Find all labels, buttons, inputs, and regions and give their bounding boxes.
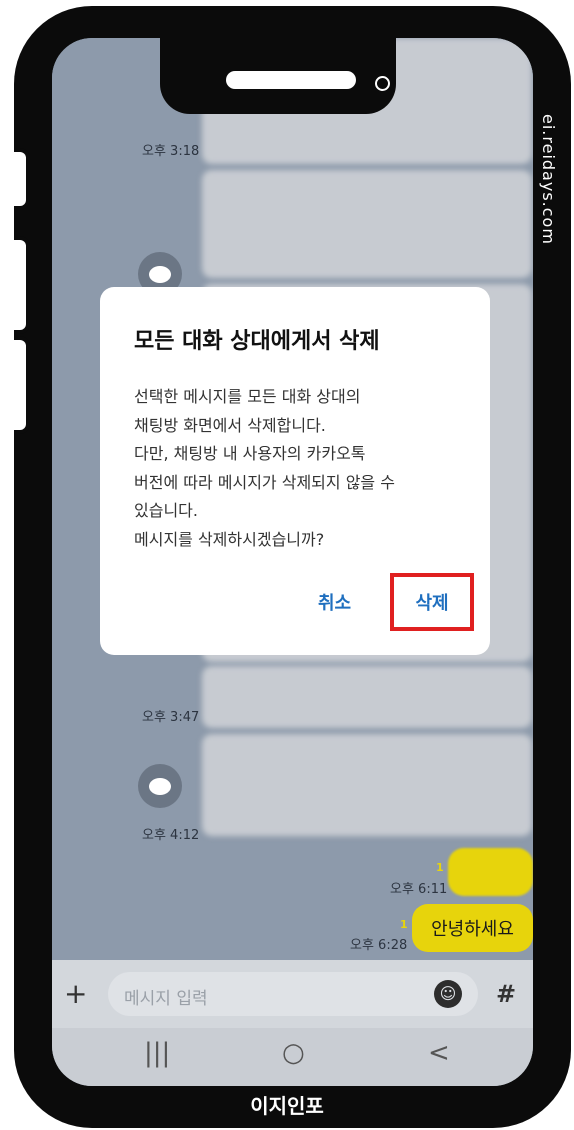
message-input[interactable]: 메시지 입력: [108, 972, 478, 1016]
dialog-line: 다만, 채팅방 내 사용자의 카카오톡: [134, 444, 366, 463]
dialog-line: 메시지를 삭제하시겠습니까?: [134, 529, 325, 549]
dialog-line: 채팅방 화면에서 삭제합니다.: [134, 415, 326, 435]
blurred-message-card: [202, 170, 532, 278]
unread-count: 1: [436, 861, 444, 874]
message-time: 오후 6:28: [350, 938, 408, 953]
message-time: 오후 6:11: [390, 882, 448, 897]
delete-for-everyone-dialog: 모든 대화 상대에게서 삭제 선택한 메시지를 모든 대화 상대의 채팅방 화면…: [100, 287, 490, 655]
volume-up-button: [14, 236, 30, 334]
system-nav-bar: ||| ○ <: [52, 1028, 533, 1086]
message-time: 오후 4:12: [142, 828, 200, 843]
camera-icon: [375, 76, 390, 91]
hash-icon[interactable]: #: [496, 980, 516, 1008]
side-button-top: [14, 148, 30, 210]
chat-bubble-icon: [149, 265, 171, 283]
home-icon[interactable]: ○: [282, 1038, 305, 1068]
sent-message[interactable]: 안녕하세요: [412, 904, 533, 952]
delete-button[interactable]: 삭제: [390, 573, 474, 631]
blurred-message-card: [202, 734, 532, 836]
watermark: ei.reidays.com: [539, 114, 558, 245]
sent-message-blurred[interactable]: [448, 848, 533, 896]
notch: [160, 38, 396, 114]
unread-count: 1: [400, 918, 408, 931]
message-input-bar: + 메시지 입력 ☺ #: [52, 960, 533, 1028]
speaker-icon: [226, 71, 356, 89]
brand-label: 이지인포: [250, 1094, 324, 1118]
dialog-line: 있습니다.: [134, 501, 198, 520]
volume-down-button: [14, 336, 30, 434]
cancel-button[interactable]: 취소: [318, 589, 351, 615]
dialog-line: 선택한 메시지를 모든 대화 상대의: [134, 387, 361, 406]
plus-icon[interactable]: +: [64, 980, 87, 1008]
avatar[interactable]: [138, 764, 182, 808]
dialog-body: 선택한 메시지를 모든 대화 상대의 채팅방 화면에서 삭제합니다. 다만, 채…: [134, 383, 474, 554]
message-time: 오후 3:47: [142, 710, 200, 725]
blurred-message-card: [202, 666, 532, 728]
back-icon[interactable]: <: [428, 1038, 450, 1068]
recent-apps-icon[interactable]: |||: [144, 1038, 170, 1068]
chat-bubble-icon: [149, 777, 171, 795]
message-time: 오후 3:18: [142, 144, 200, 159]
dialog-line: 버전에 따라 메시지가 삭제되지 않을 수: [134, 472, 395, 492]
dialog-title: 모든 대화 상대에게서 삭제: [134, 329, 380, 354]
emoji-icon[interactable]: ☺: [434, 980, 462, 1008]
